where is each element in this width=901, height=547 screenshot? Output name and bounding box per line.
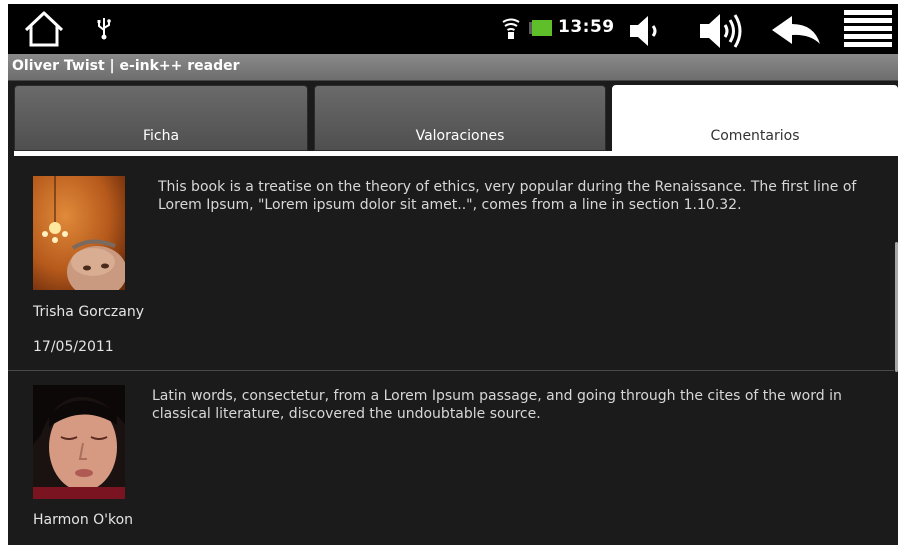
- comment-date: 17/05/2011: [33, 339, 114, 355]
- volume-up-icon[interactable]: [698, 10, 746, 56]
- comment-author: Harmon O'kon: [33, 512, 134, 528]
- usb-icon: [96, 16, 112, 44]
- battery-icon: [529, 20, 553, 40]
- app-title: Oliver Twist | e-ink++ reader: [12, 58, 240, 74]
- back-icon[interactable]: [770, 14, 822, 52]
- tab-comentarios[interactable]: Comentarios: [612, 85, 898, 151]
- tab-label: Ficha: [142, 128, 180, 144]
- list-item[interactable]: Trisha Gorczany 17/05/2011 This book is …: [8, 161, 894, 371]
- divider: [8, 370, 894, 371]
- tab-label: Comentarios: [710, 128, 800, 144]
- tab-bar: Ficha Valoraciones Comentarios: [8, 81, 898, 161]
- app-window: 13:59 Oliver Twist | e-ink++ reader Fich…: [8, 4, 898, 545]
- status-bar: 13:59: [8, 4, 898, 54]
- title-bar: Oliver Twist | e-ink++ reader: [8, 54, 898, 81]
- comment-author: Trisha Gorczany: [33, 304, 144, 320]
- clock: 13:59: [558, 17, 615, 37]
- scrollbar[interactable]: [895, 242, 898, 372]
- avatar: [33, 385, 125, 499]
- tab-indicator: [14, 151, 898, 156]
- wifi-icon: [500, 18, 522, 44]
- tab-valoraciones[interactable]: Valoraciones: [314, 85, 606, 151]
- avatar: [33, 176, 125, 290]
- tab-label: Valoraciones: [415, 128, 505, 144]
- comment-text: This book is a treatise on the theory of…: [158, 179, 857, 213]
- volume-down-icon[interactable]: [628, 14, 664, 52]
- comment-text: Latin words, consectetur, from a Lorem I…: [152, 388, 842, 422]
- menu-icon[interactable]: [844, 9, 892, 55]
- home-icon[interactable]: [22, 10, 66, 52]
- comments-list[interactable]: Trisha Gorczany 17/05/2011 This book is …: [8, 161, 898, 545]
- tab-ficha[interactable]: Ficha: [14, 85, 308, 151]
- list-item[interactable]: Harmon O'kon Latin words, consectetur, f…: [8, 372, 892, 545]
